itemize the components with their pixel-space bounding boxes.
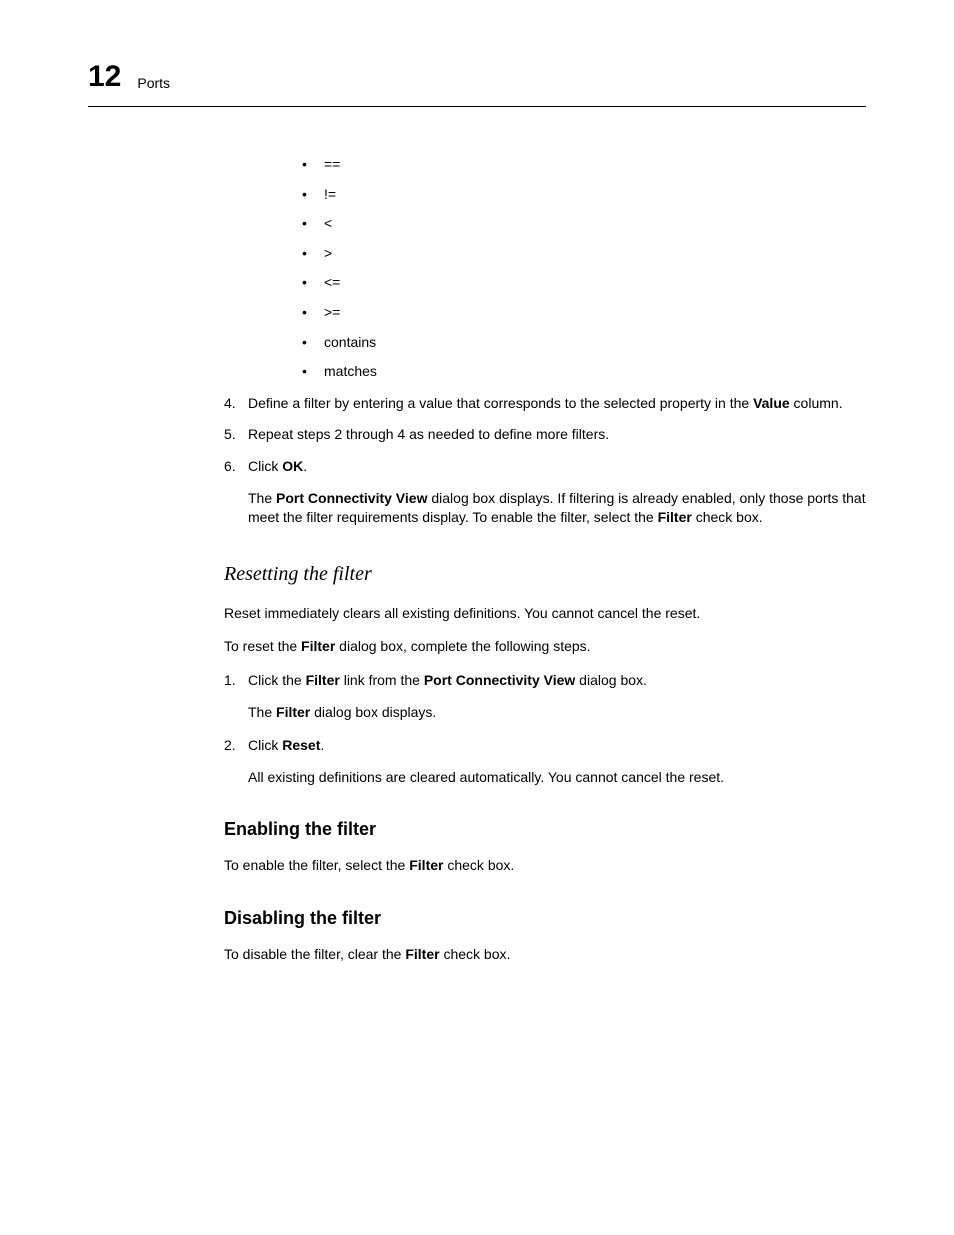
chapter-number: 12	[88, 56, 121, 98]
reset-step-1: 1. Click the Filter link from the Port C…	[224, 671, 866, 691]
step-text: Repeat steps 2 through 4 as needed to de…	[248, 425, 866, 445]
bold-term: OK	[282, 458, 303, 474]
text-segment: link from the	[340, 672, 424, 688]
operator-item: >	[302, 244, 866, 264]
operator-item: matches	[302, 362, 866, 382]
text-segment: dialog box, complete the following steps…	[335, 638, 590, 654]
heading-enabling: Enabling the filter	[224, 817, 866, 842]
text-segment: Click the	[248, 672, 306, 688]
step-text: Click OK.	[248, 457, 866, 477]
step-text: Click Reset.	[248, 736, 866, 756]
resetting-para2: To reset the Filter dialog box, complete…	[224, 637, 866, 657]
step-4: 4. Define a filter by entering a value t…	[224, 394, 866, 414]
step-6: 6. Click OK.	[224, 457, 866, 477]
text-segment: dialog box.	[575, 672, 647, 688]
disabling-para: To disable the filter, clear the Filter …	[224, 945, 866, 965]
reset-step-2: 2. Click Reset.	[224, 736, 866, 756]
text-segment: check box.	[692, 509, 763, 525]
text-segment: column.	[790, 395, 843, 411]
bold-term: Filter	[301, 638, 335, 654]
step-6-result: The Port Connectivity View dialog box di…	[248, 489, 866, 528]
bold-term: Filter	[409, 857, 443, 873]
text-segment: To reset the	[224, 638, 301, 654]
operator-item: >=	[302, 303, 866, 323]
step-text: Click the Filter link from the Port Conn…	[248, 671, 866, 691]
text-segment: .	[303, 458, 307, 474]
bold-term: Filter	[658, 509, 692, 525]
page-header: 12 Ports	[88, 56, 866, 107]
operator-item: !=	[302, 185, 866, 205]
enabling-para: To enable the filter, select the Filter …	[224, 856, 866, 876]
bold-term: Value	[753, 395, 790, 411]
step-number: 2.	[224, 736, 248, 756]
text-segment: Define a filter by entering a value that…	[248, 395, 753, 411]
bold-term: Filter	[306, 672, 340, 688]
text-segment: The	[248, 490, 276, 506]
text-segment: dialog box displays.	[310, 704, 436, 720]
text-segment: The	[248, 704, 276, 720]
step-number: 6.	[224, 457, 248, 477]
bold-term: Filter	[405, 946, 439, 962]
page-content: == != < > <= >= contains matches 4. Defi…	[224, 155, 866, 965]
resetting-para1: Reset immediately clears all existing de…	[224, 604, 866, 624]
operator-item: ==	[302, 155, 866, 175]
bold-term: Reset	[282, 737, 320, 753]
heading-resetting: Resetting the filter	[224, 560, 866, 588]
step-number: 5.	[224, 425, 248, 445]
text-segment: Click	[248, 458, 282, 474]
operator-item: contains	[302, 333, 866, 353]
text-segment: To enable the filter, select the	[224, 857, 409, 873]
reset-step-2-result: All existing definitions are cleared aut…	[248, 768, 866, 788]
text-segment: check box.	[443, 857, 514, 873]
operator-list: == != < > <= >= contains matches	[302, 155, 866, 382]
text-segment: .	[320, 737, 324, 753]
chapter-title: Ports	[137, 74, 170, 98]
bold-term: Port Connectivity View	[276, 490, 427, 506]
operator-item: <	[302, 214, 866, 234]
step-number: 1.	[224, 671, 248, 691]
reset-step-1-result: The Filter dialog box displays.	[248, 703, 866, 723]
bold-term: Filter	[276, 704, 310, 720]
text-segment: check box.	[440, 946, 511, 962]
heading-disabling: Disabling the filter	[224, 906, 866, 931]
step-number: 4.	[224, 394, 248, 414]
operator-item: <=	[302, 273, 866, 293]
step-text: Define a filter by entering a value that…	[248, 394, 866, 414]
bold-term: Port Connectivity View	[424, 672, 575, 688]
text-segment: To disable the filter, clear the	[224, 946, 405, 962]
step-5: 5. Repeat steps 2 through 4 as needed to…	[224, 425, 866, 445]
text-segment: Click	[248, 737, 282, 753]
